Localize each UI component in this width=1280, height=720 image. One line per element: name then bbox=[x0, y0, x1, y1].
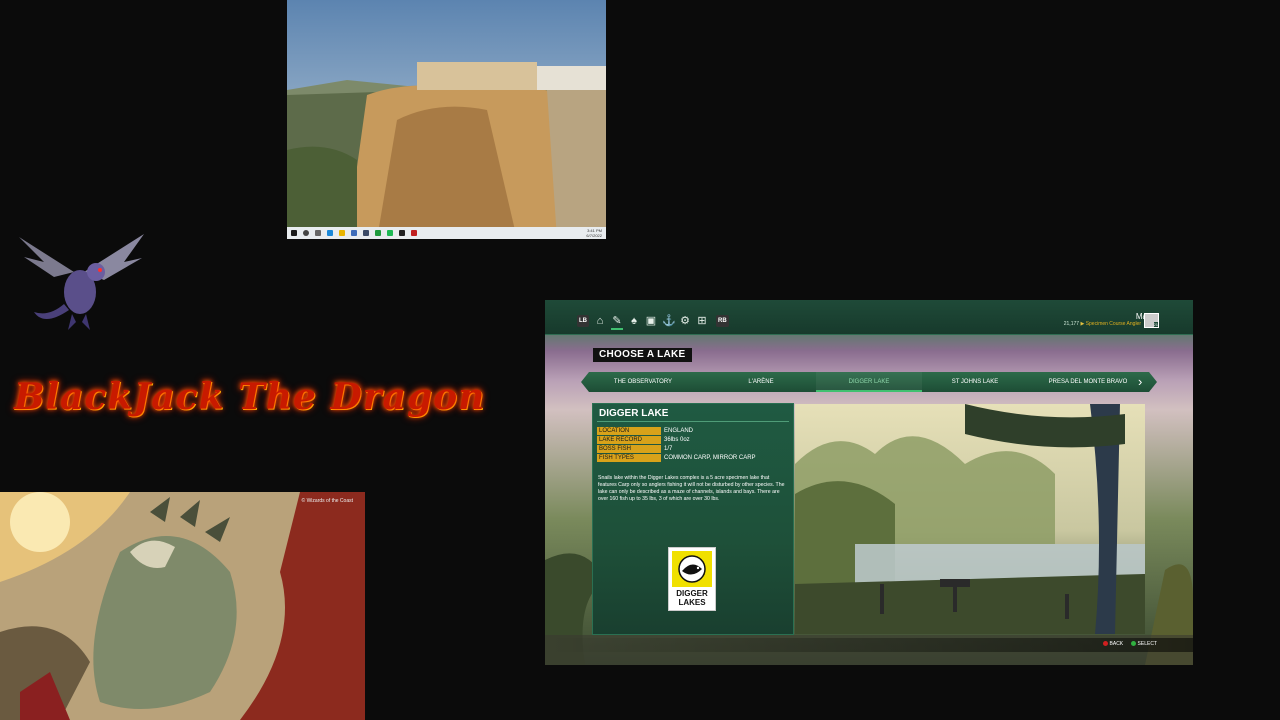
logo-text-line-1: DIGGER bbox=[676, 589, 708, 598]
dragon-artwork-image bbox=[0, 492, 365, 720]
app-icon[interactable] bbox=[363, 230, 369, 236]
info-value: 36lbs 0oz bbox=[664, 437, 690, 443]
info-key: FISH TYPES bbox=[597, 454, 661, 462]
page-title: CHOOSE A LAKE bbox=[593, 348, 692, 362]
tab-digger-lake[interactable]: DIGGER LAKE bbox=[816, 372, 922, 392]
tab-presa-del-monte-bravo[interactable]: PRESA DEL MONTE BRAVO bbox=[1028, 372, 1148, 392]
spotify-icon[interactable] bbox=[387, 230, 393, 236]
divider bbox=[597, 421, 789, 422]
info-value: COMMON CARP, MIRROR CARP bbox=[664, 455, 756, 461]
lake-tab-bar: THE OBSERVATORY L'ARÈNE DIGGER LAKE ST J… bbox=[581, 372, 1157, 392]
terminal-icon[interactable] bbox=[399, 230, 405, 236]
lure-icon[interactable]: ♠ bbox=[628, 314, 640, 328]
player-level: 21 bbox=[1153, 322, 1158, 327]
art-copyright: © Wizards of the Coast bbox=[301, 498, 353, 504]
taskbar: 3:41 PM 6/7/2022 bbox=[287, 227, 606, 239]
settings-icon[interactable]: ⚙ bbox=[679, 314, 691, 328]
task-view-icon[interactable] bbox=[315, 230, 321, 236]
rb-button[interactable]: RB bbox=[716, 315, 729, 327]
cliff-town-photo bbox=[287, 0, 606, 239]
tab-st-johns-lake[interactable]: ST JOHNS LAKE bbox=[922, 372, 1028, 392]
info-key: LAKE RECORD bbox=[597, 436, 661, 444]
game-window: LB ⌂ ✎ ♠ ▣ ⚓ ⚙ ⊞ RB Mac 21,177 ▶ Specime… bbox=[545, 300, 1193, 665]
basket-icon[interactable]: ⊞ bbox=[696, 314, 708, 328]
clock: 3:41 PM 6/7/2022 bbox=[586, 228, 602, 238]
back-hint[interactable]: BACK bbox=[1110, 641, 1124, 647]
control-hints: BACK SELECT bbox=[1097, 641, 1157, 647]
fish-logo-icon bbox=[672, 551, 712, 587]
home-icon[interactable]: ⌂ bbox=[594, 314, 606, 328]
player-money: 21,177 bbox=[1063, 321, 1080, 327]
player-avatar[interactable]: 21 bbox=[1144, 313, 1159, 328]
clock-date: 6/7/2022 bbox=[586, 233, 602, 238]
lake-preview-image bbox=[795, 404, 1145, 634]
info-key: BOSS FISH bbox=[597, 445, 661, 453]
money-icon: ▶ bbox=[1080, 321, 1085, 327]
search-icon[interactable] bbox=[303, 230, 309, 236]
player-stats: 21,177 ▶ Specimen Course Angler bbox=[1064, 321, 1141, 327]
player-rank: Specimen Course Angler bbox=[1085, 321, 1141, 327]
lake-name: DIGGER LAKE bbox=[599, 408, 669, 419]
boat-icon[interactable]: ⚓ bbox=[662, 314, 676, 328]
lake-info-panel: DIGGER LAKE LOCATION ENGLAND LAKE RECORD… bbox=[592, 403, 794, 635]
dragon-icon bbox=[19, 234, 144, 330]
fish-logo-graphic bbox=[678, 555, 706, 583]
store-icon[interactable] bbox=[351, 230, 357, 236]
info-value: 1/7 bbox=[664, 446, 673, 452]
info-row-boss-fish: BOSS FISH 1/7 bbox=[597, 445, 789, 453]
tackle-box-icon[interactable]: ▣ bbox=[645, 314, 657, 328]
dragon-artwork: © Wizards of the Coast bbox=[0, 492, 365, 720]
tab-the-observatory[interactable]: THE OBSERVATORY bbox=[589, 372, 697, 392]
tab-larene[interactable]: L'ARÈNE bbox=[708, 372, 814, 392]
a-button-icon bbox=[1130, 641, 1136, 647]
digger-lakes-logo: DIGGER LAKES bbox=[668, 547, 716, 611]
fishing-icon[interactable]: ✎ bbox=[611, 314, 623, 330]
logo-text: DIGGER LAKES bbox=[669, 589, 715, 607]
xbox-icon[interactable] bbox=[375, 230, 381, 236]
channel-title: BlackJack The Dragon bbox=[14, 376, 486, 418]
info-key: LOCATION bbox=[597, 427, 661, 435]
folder-icon[interactable] bbox=[339, 230, 345, 236]
info-row-location: LOCATION ENGLAND bbox=[597, 427, 789, 435]
desktop-thumbnail: 3:41 PM 6/7/2022 bbox=[287, 0, 606, 239]
info-row-fish-types: FISH TYPES COMMON CARP, MIRROR CARP bbox=[597, 454, 789, 462]
edge-icon[interactable] bbox=[327, 230, 333, 236]
select-hint[interactable]: SELECT bbox=[1138, 641, 1157, 647]
b-button-icon bbox=[1102, 641, 1108, 647]
info-value: ENGLAND bbox=[664, 428, 694, 434]
info-row-lake-record: LAKE RECORD 36lbs 0oz bbox=[597, 436, 789, 444]
logo-text-line-2: LAKES bbox=[678, 598, 706, 607]
chevron-right-icon[interactable]: › bbox=[1138, 374, 1142, 390]
top-nav-bar: LB ⌂ ✎ ♠ ▣ ⚓ ⚙ ⊞ RB Mac 21,177 ▶ Specime… bbox=[545, 300, 1193, 335]
lb-button[interactable]: LB bbox=[577, 315, 589, 327]
start-icon[interactable] bbox=[291, 230, 297, 236]
obs-icon[interactable] bbox=[411, 230, 417, 236]
lake-description: Snails lake within the Digger Lakes comp… bbox=[598, 475, 785, 502]
